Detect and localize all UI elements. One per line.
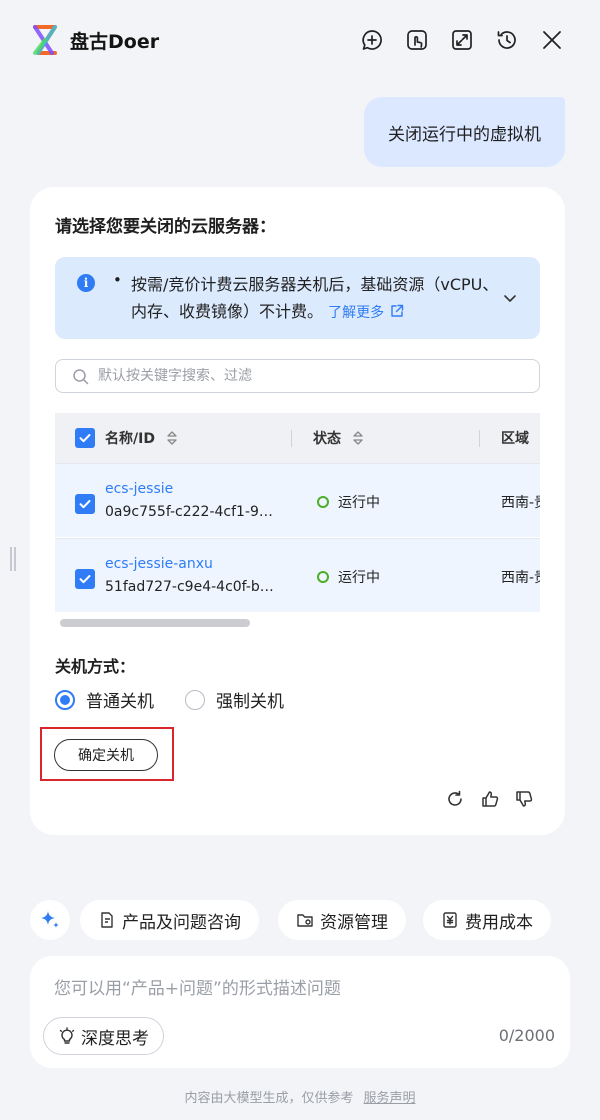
quick-actions: 产品及问题咨询 资源管理 费用成本 xyxy=(30,900,600,940)
column-divider xyxy=(479,430,480,447)
resize-handle-icon[interactable] xyxy=(8,546,18,572)
history-icon xyxy=(497,31,516,49)
notice-bullet: • xyxy=(113,271,122,289)
radio-selected-icon xyxy=(55,689,75,710)
column-header-region[interactable]: 区域 xyxy=(501,428,529,448)
column-divider xyxy=(291,430,292,447)
learn-more-label: 了解更多 xyxy=(328,305,385,321)
user-message-bubble: 关闭运行中的虚拟机 xyxy=(364,97,565,167)
search-icon xyxy=(73,369,89,385)
row-checkbox[interactable] xyxy=(75,494,95,514)
response-card: 请选择您要关闭的云服务器： i • 按需/竞价计费云服务器关机后，基础资源（vC… xyxy=(30,187,565,835)
server-id: 51fad727-c9e4-4c0f-b… xyxy=(105,579,274,595)
service-statement-link[interactable]: 服务声明 xyxy=(364,1091,416,1106)
lightbulb-icon xyxy=(59,1027,75,1044)
notice-text: 按需/竞价计费云服务器关机后，基础资源（vCPU、内存、收费镜像）不计费。 了解… xyxy=(131,271,501,327)
status-badge: 运行中 xyxy=(317,567,380,587)
external-link-icon xyxy=(390,304,403,317)
app-title: 盘古Doer xyxy=(70,31,160,53)
column-header-status[interactable]: 状态 xyxy=(313,428,364,448)
server-name-link[interactable]: ecs-jessie-anxu xyxy=(105,556,213,572)
server-id: 0a9c755f-c222-4cf1-9… xyxy=(105,504,273,520)
sparkle-button[interactable] xyxy=(30,900,70,940)
header: 盘古Doer xyxy=(0,0,600,80)
app-logo-icon xyxy=(33,25,57,55)
status-running-icon xyxy=(317,571,329,583)
column-header-name[interactable]: 名称/ID xyxy=(105,428,178,448)
history-button[interactable] xyxy=(493,26,521,54)
chat-input-card: 深度思考 0/2000 xyxy=(30,956,570,1068)
regenerate-button[interactable] xyxy=(443,787,467,811)
row-checkbox[interactable] xyxy=(75,569,95,589)
server-table: 名称/ID 状态 区域 ecs-jessie 0a9c755f-c222-4cf… xyxy=(55,413,540,613)
chip-cost[interactable]: 费用成本 xyxy=(423,900,551,940)
radio-label: 强制关机 xyxy=(216,692,284,712)
region-text: 西南-贵 xyxy=(501,570,540,586)
chat-input[interactable] xyxy=(54,974,544,1006)
expand-icon xyxy=(452,30,472,50)
radio-force-shutdown[interactable]: 强制关机 xyxy=(185,687,284,712)
chip-label: 产品及问题咨询 xyxy=(122,912,241,933)
radio-label: 普通关机 xyxy=(86,692,154,712)
thumbs-up-icon xyxy=(482,791,499,807)
chip-resource-management[interactable]: 资源管理 xyxy=(278,900,406,940)
document-edit-icon xyxy=(101,912,113,928)
sort-icon xyxy=(167,431,177,445)
close-button[interactable] xyxy=(538,26,566,54)
check-icon xyxy=(79,575,91,584)
server-name-link[interactable]: ecs-jessie xyxy=(105,481,173,497)
yen-document-icon xyxy=(443,912,457,928)
expand-button[interactable] xyxy=(448,26,476,54)
chip-label: 费用成本 xyxy=(465,912,533,933)
column-header-name-label: 名称/ID xyxy=(105,431,155,447)
chat-plus-icon xyxy=(362,30,382,50)
search-input[interactable] xyxy=(98,361,528,391)
status-text: 运行中 xyxy=(338,570,380,586)
deep-think-label: 深度思考 xyxy=(81,1028,149,1049)
status-badge: 运行中 xyxy=(317,492,380,512)
check-icon xyxy=(79,500,91,509)
chip-label: 资源管理 xyxy=(320,912,388,933)
footer: 内容由大模型生成，仅供参考 服务声明 xyxy=(0,1087,600,1106)
char-counter: 0/2000 xyxy=(498,1026,555,1045)
thumbs-down-icon xyxy=(516,791,533,807)
status-running-icon xyxy=(317,496,329,508)
learn-more-link[interactable]: 了解更多 xyxy=(328,304,404,321)
region-text: 西南-贵 xyxy=(501,495,540,511)
close-icon xyxy=(543,31,561,49)
new-chat-button[interactable] xyxy=(358,26,386,54)
status-text: 运行中 xyxy=(338,495,380,511)
refresh-icon xyxy=(448,790,462,806)
column-header-region-label: 区域 xyxy=(501,431,529,447)
sort-icon xyxy=(353,431,363,445)
touch-button[interactable] xyxy=(403,26,431,54)
card-title: 请选择您要关闭的云服务器： xyxy=(55,217,276,237)
radio-unselected-icon xyxy=(185,689,205,710)
footer-disclaimer: 内容由大模型生成，仅供参考 xyxy=(184,1091,354,1106)
shutdown-mode-label: 关机方式： xyxy=(55,657,136,676)
thumbs-up-button[interactable] xyxy=(478,787,502,811)
billing-notice: i • 按需/竞价计费云服务器关机后，基础资源（vCPU、内存、收费镜像）不计费… xyxy=(55,257,540,339)
info-icon: i xyxy=(77,274,95,292)
confirm-shutdown-button[interactable]: 确定关机 xyxy=(54,739,158,771)
folder-settings-icon xyxy=(297,914,313,927)
radio-normal-shutdown[interactable]: 普通关机 xyxy=(55,687,154,712)
table-horizontal-scrollbar[interactable] xyxy=(60,619,250,627)
thumbs-down-button[interactable] xyxy=(512,787,536,811)
user-message-text: 关闭运行中的虚拟机 xyxy=(388,124,541,145)
chevron-down-icon[interactable] xyxy=(502,290,518,306)
search-box xyxy=(55,359,540,393)
table-row[interactable]: ecs-jessie-anxu 51fad727-c9e4-4c0f-b… 运行… xyxy=(55,538,540,612)
sparkle-icon xyxy=(41,911,59,928)
check-icon xyxy=(79,434,91,443)
select-all-checkbox[interactable] xyxy=(75,428,95,448)
column-header-status-label: 状态 xyxy=(313,431,341,447)
table-row[interactable]: ecs-jessie 0a9c755f-c222-4cf1-9… 运行中 西南-… xyxy=(55,463,540,537)
deep-think-button[interactable]: 深度思考 xyxy=(43,1017,164,1055)
hand-touch-icon xyxy=(407,30,427,50)
chip-product-consult[interactable]: 产品及问题咨询 xyxy=(80,900,259,940)
table-header: 名称/ID 状态 区域 xyxy=(55,413,540,463)
notice-body: 按需/竞价计费云服务器关机后，基础资源（vCPU、内存、收费镜像）不计费。 xyxy=(131,275,499,321)
